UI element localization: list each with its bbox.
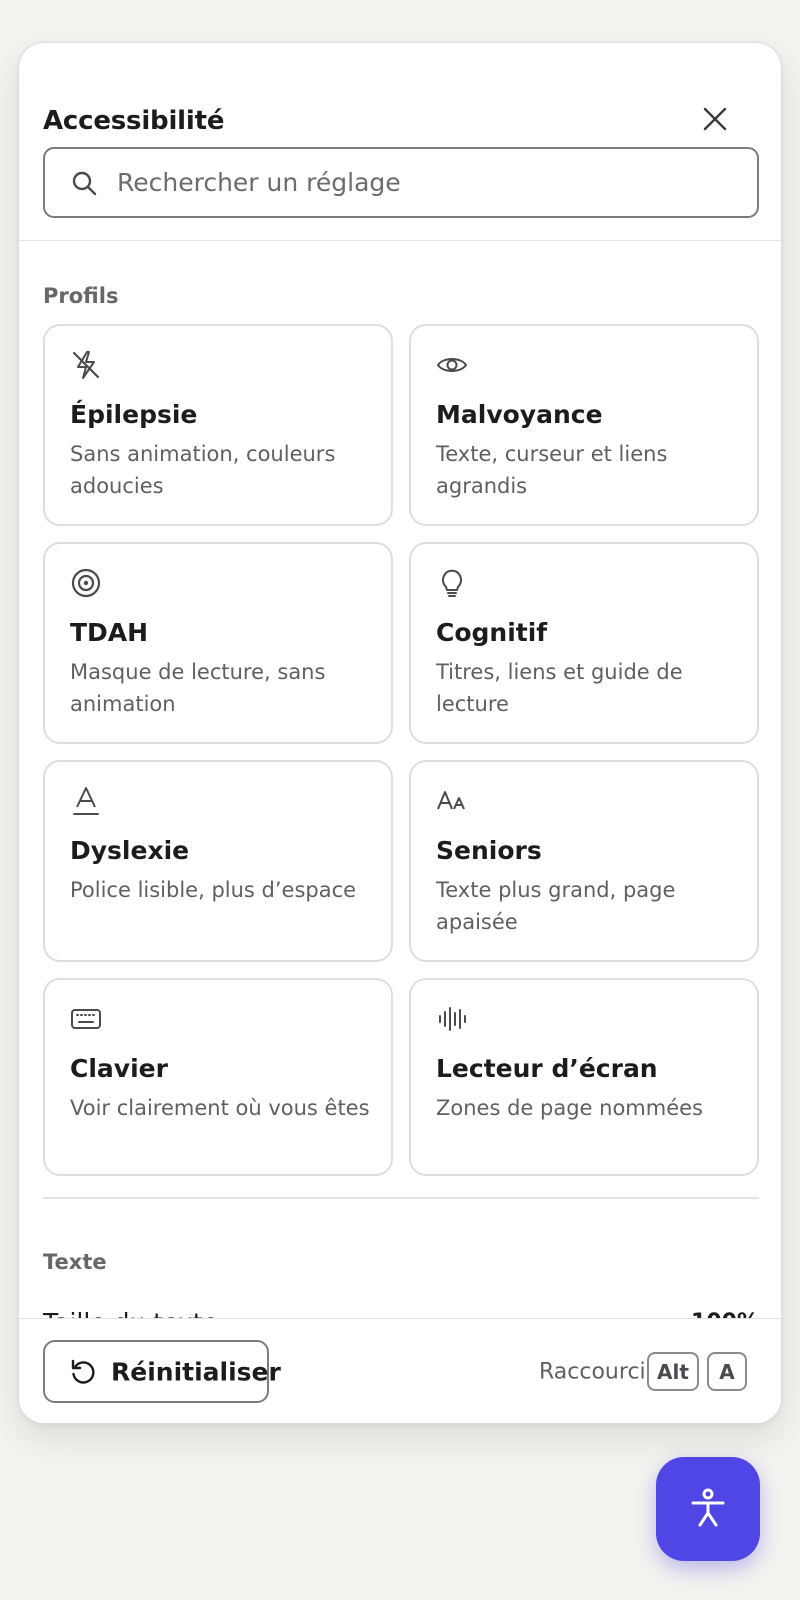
profile-card-epilepsie[interactable]: Épilepsie Sans animation, couleurs adouc… xyxy=(43,324,393,526)
accessibility-fab-button[interactable] xyxy=(656,1457,760,1561)
section-divider xyxy=(43,1197,759,1199)
profile-description: Texte, curseur et liens agrandis xyxy=(436,442,668,498)
profile-name: TDAH xyxy=(70,618,149,647)
panel-footer: Réinitialiser Raccourci Alt A xyxy=(19,1318,781,1423)
search-icon xyxy=(72,171,97,196)
profile-description: Texte plus grand, page apaisée xyxy=(436,878,676,934)
reset-button[interactable]: Réinitialiser xyxy=(43,1340,281,1403)
profile-card-malvoyance[interactable]: Malvoyance Texte, curseur et liens agran… xyxy=(409,324,759,526)
accessibility-person-icon xyxy=(691,1488,725,1527)
flash-off-icon xyxy=(72,351,100,379)
profile-card-lecteur-ecran[interactable]: Lecteur d’écran Zones de page nommées xyxy=(409,978,759,1176)
profile-name: Cognitif xyxy=(436,618,548,647)
accessibility-panel: Accessibilité Profils Épilepsie Sans ani… xyxy=(18,42,782,1424)
profile-description: Police lisible, plus d’espace xyxy=(70,878,357,902)
profile-description: Voir clairement où vous êtes xyxy=(70,1096,370,1120)
profile-description: Sans animation, couleurs adoucies xyxy=(70,442,336,498)
profile-card-clavier[interactable]: Clavier Voir clairement où vous êtes xyxy=(43,978,393,1176)
lightbulb-icon xyxy=(442,569,462,597)
profile-description: Zones de page nommées xyxy=(436,1096,703,1120)
panel-body: Profils Épilepsie Sans animation, couleu… xyxy=(19,242,781,1360)
audio-wave-icon xyxy=(439,1007,466,1031)
shortcut-label: Raccourci xyxy=(539,1359,646,1385)
profile-name: Lecteur d’écran xyxy=(436,1054,658,1083)
close-button[interactable] xyxy=(693,97,737,141)
profile-card-tdah[interactable]: TDAH Masque de lecture, sans animation xyxy=(43,542,393,744)
search-input[interactable] xyxy=(117,149,737,216)
profile-name: Dyslexie xyxy=(70,836,190,865)
profile-name: Seniors xyxy=(436,836,542,865)
panel-header: Accessibilité xyxy=(19,43,781,241)
profile-description: Masque de lecture, sans animation xyxy=(70,660,326,716)
reset-label: Réinitialiser xyxy=(111,1357,281,1386)
profile-card-cognitif[interactable]: Cognitif Titres, liens et guide de lectu… xyxy=(409,542,759,744)
profile-description: Titres, liens et guide de lecture xyxy=(436,660,683,716)
keyboard-icon xyxy=(71,1009,101,1029)
reset-icon xyxy=(71,1359,95,1384)
eye-icon xyxy=(436,358,468,372)
panel-title: Accessibilité xyxy=(43,106,225,136)
text-size-icon xyxy=(437,791,465,810)
profile-name: Épilepsie xyxy=(70,400,198,429)
search-box[interactable] xyxy=(43,147,759,218)
letter-a-icon xyxy=(73,787,99,815)
shortcut-key-alt: Alt xyxy=(647,1352,699,1391)
profile-card-seniors[interactable]: Seniors Texte plus grand, page apaisée xyxy=(409,760,759,962)
target-icon xyxy=(71,568,101,598)
close-icon xyxy=(703,107,727,131)
profile-card-dyslexie[interactable]: Dyslexie Police lisible, plus d’espace xyxy=(43,760,393,962)
profile-name: Malvoyance xyxy=(436,400,603,429)
shortcut-key-a: A xyxy=(707,1352,747,1391)
section-title-texte: Texte xyxy=(43,1250,107,1274)
section-title-profiles: Profils xyxy=(43,284,119,308)
profile-name: Clavier xyxy=(70,1054,168,1083)
